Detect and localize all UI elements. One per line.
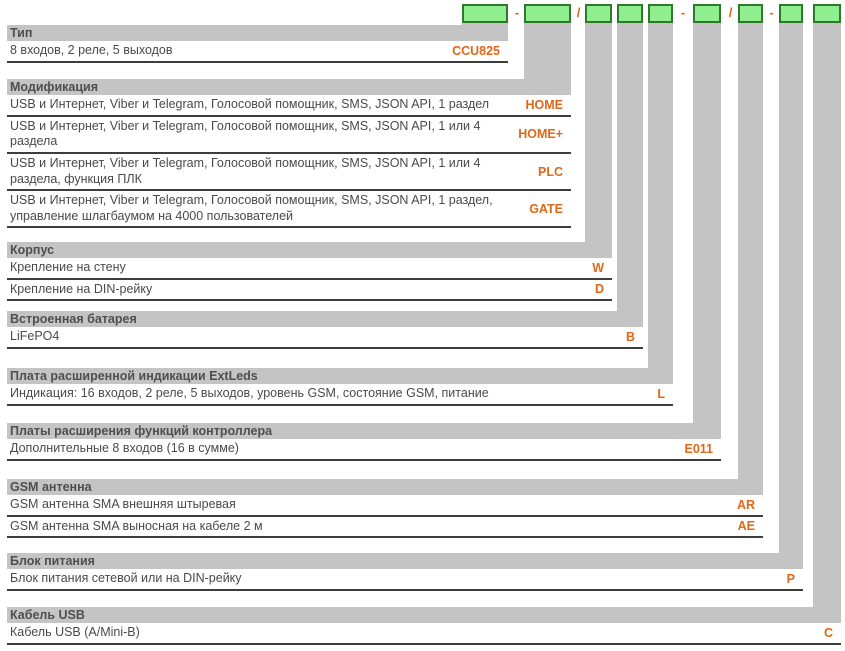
- code-box-expansion: [693, 4, 721, 23]
- option-code: AR: [737, 498, 755, 512]
- option-code: CCU825: [452, 44, 500, 58]
- section-title: Модификация: [7, 79, 571, 95]
- row-expansion-e011: Дополнительные 8 входов (16 в сумме) E01…: [7, 439, 721, 461]
- code-box-type: [462, 4, 508, 23]
- row-modification-gate: USB и Интернет, Viber и Telegram, Голосо…: [7, 191, 571, 228]
- option-label: Кабель USB (A/Mini-B): [10, 625, 824, 641]
- section-type: Тип 8 входов, 2 реле, 5 выходов CCU825: [7, 25, 508, 63]
- row-usb-cable: Кабель USB (A/Mini-B) C: [7, 623, 841, 645]
- section-enclosure: Корпус Крепление на стену W Крепление на…: [7, 242, 612, 301]
- section-title: Платы расширения функций контроллера: [7, 423, 721, 439]
- option-label: Крепление на стену: [10, 260, 592, 276]
- option-code: D: [595, 282, 604, 296]
- code-box-extleds: [648, 4, 673, 23]
- section-usb-cable: Кабель USB Кабель USB (A/Mini-B) C: [7, 607, 841, 645]
- option-code: C: [824, 626, 833, 640]
- section-title: Встроенная батарея: [7, 311, 643, 327]
- code-box-antenna: [738, 4, 763, 23]
- option-label: 8 входов, 2 реле, 5 выходов: [10, 43, 452, 59]
- section-title: Кабель USB: [7, 607, 841, 623]
- connector-column-power: [779, 23, 803, 553]
- row-battery-lifepo4: LiFePO4 B: [7, 327, 643, 349]
- section-title: Корпус: [7, 242, 612, 258]
- row-power-supply: Блок питания сетевой или на DIN-рейку P: [7, 569, 803, 591]
- connector-column-expansion: [693, 23, 721, 423]
- row-antenna-ae: GSM антенна SMA выносная на кабеле 2 м A…: [7, 517, 763, 539]
- option-code: AE: [738, 519, 755, 533]
- option-code: W: [592, 261, 604, 275]
- code-box-enclosure: [585, 4, 612, 23]
- code-separator: -: [510, 3, 524, 22]
- section-title: Тип: [7, 25, 508, 41]
- option-code: PLC: [538, 165, 563, 179]
- section-expansion: Платы расширения функций контроллера Доп…: [7, 423, 721, 461]
- section-title: GSM антенна: [7, 479, 763, 495]
- option-label: GSM антенна SMA внешняя штыревая: [10, 497, 737, 513]
- section-title: Блок питания: [7, 553, 803, 569]
- code-box-modification: [524, 4, 571, 23]
- section-modification: Модификация USB и Интернет, Viber и Tele…: [7, 79, 571, 228]
- option-label: Дополнительные 8 входов (16 в сумме): [10, 441, 684, 457]
- section-battery: Встроенная батарея LiFePO4 B: [7, 311, 643, 349]
- code-separator: /: [572, 3, 585, 22]
- connector-column-enclosure: [585, 23, 612, 242]
- row-modification-home-plus: USB и Интернет, Viber и Telegram, Голосо…: [7, 117, 571, 154]
- option-label: GSM антенна SMA выносная на кабеле 2 м: [10, 519, 738, 535]
- connector-column-modification: [524, 23, 571, 79]
- option-label: USB и Интернет, Viber и Telegram, Голосо…: [10, 193, 529, 224]
- connector-column-extleds: [648, 23, 673, 368]
- option-label: USB и Интернет, Viber и Telegram, Голосо…: [10, 156, 538, 187]
- option-code: P: [787, 572, 795, 586]
- option-code: B: [626, 330, 635, 344]
- option-code: L: [657, 387, 665, 401]
- code-box-battery: [617, 4, 643, 23]
- row-type-ccu825: 8 входов, 2 реле, 5 выходов CCU825: [7, 41, 508, 63]
- option-code: HOME+: [518, 127, 563, 141]
- section-extleds: Плата расширенной индикации ExtLeds Инди…: [7, 368, 673, 406]
- option-code: HOME: [526, 98, 564, 112]
- option-code: E011: [684, 442, 713, 456]
- row-extleds-indication: Индикация: 16 входов, 2 реле, 5 выходов,…: [7, 384, 673, 406]
- connector-column-battery: [617, 23, 643, 311]
- option-label: Индикация: 16 входов, 2 реле, 5 выходов,…: [10, 386, 657, 402]
- row-enclosure-din: Крепление на DIN-рейку D: [7, 280, 612, 302]
- code-separator: /: [724, 3, 737, 22]
- row-modification-home: USB и Интернет, Viber и Telegram, Голосо…: [7, 95, 571, 117]
- code-box-power: [779, 4, 803, 23]
- section-power: Блок питания Блок питания сетевой или на…: [7, 553, 803, 591]
- option-label: LiFePO4: [10, 329, 626, 345]
- section-title: Плата расширенной индикации ExtLeds: [7, 368, 673, 384]
- code-separator: -: [676, 3, 690, 22]
- code-separator: -: [765, 3, 778, 22]
- row-enclosure-wall: Крепление на стену W: [7, 258, 612, 280]
- option-label: Крепление на DIN-рейку: [10, 282, 595, 298]
- row-antenna-ar: GSM антенна SMA внешняя штыревая AR: [7, 495, 763, 517]
- connector-column-antenna: [738, 23, 763, 479]
- connector-column-usb-cable: [813, 23, 841, 607]
- row-modification-plc: USB и Интернет, Viber и Telegram, Голосо…: [7, 154, 571, 191]
- section-antenna: GSM антенна GSM антенна SMA внешняя штыр…: [7, 479, 763, 538]
- option-label: USB и Интернет, Viber и Telegram, Голосо…: [10, 97, 526, 113]
- option-label: Блок питания сетевой или на DIN-рейку: [10, 571, 787, 587]
- code-box-usb-cable: [813, 4, 841, 23]
- order-code-diagram: - / - / - Тип 8 входов, 2 реле, 5 выходо…: [0, 0, 845, 651]
- option-code: GATE: [529, 202, 563, 216]
- option-label: USB и Интернет, Viber и Telegram, Голосо…: [10, 119, 518, 150]
